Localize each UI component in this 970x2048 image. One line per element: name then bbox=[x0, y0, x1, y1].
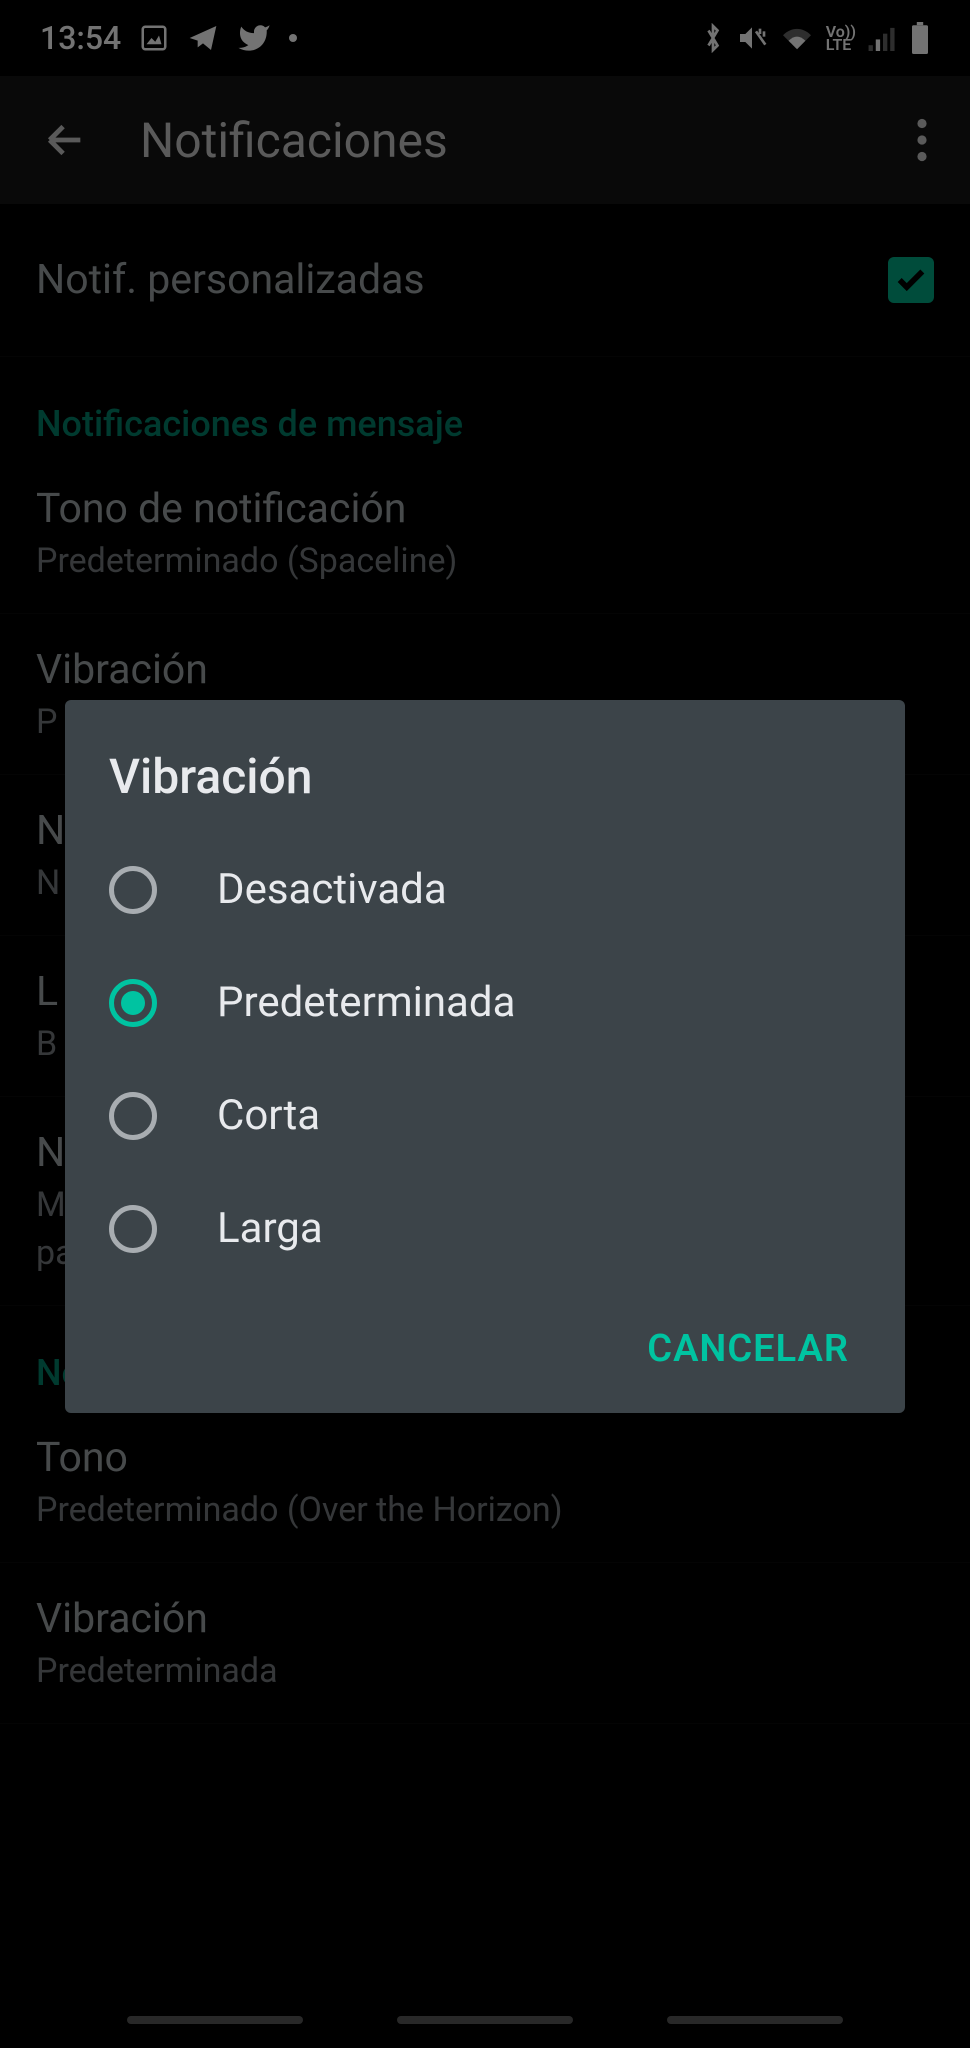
dialog-option-corta[interactable]: Corta bbox=[65, 1059, 905, 1172]
radio-icon bbox=[109, 1205, 157, 1253]
dialog-title: Vibración bbox=[65, 748, 905, 833]
option-label: Desactivada bbox=[217, 865, 447, 914]
cancel-button[interactable]: CANCELAR bbox=[631, 1315, 865, 1383]
option-label: Corta bbox=[217, 1091, 320, 1140]
radio-selected-icon bbox=[109, 979, 157, 1027]
dialog-option-predeterminada[interactable]: Predeterminada bbox=[65, 946, 905, 1059]
vibration-dialog: Vibración Desactivada Predeterminada Cor… bbox=[65, 700, 905, 1413]
option-label: Larga bbox=[217, 1204, 323, 1253]
radio-icon bbox=[109, 1092, 157, 1140]
dialog-option-desactivada[interactable]: Desactivada bbox=[65, 833, 905, 946]
dialog-option-larga[interactable]: Larga bbox=[65, 1172, 905, 1285]
radio-icon bbox=[109, 866, 157, 914]
option-label: Predeterminada bbox=[217, 978, 515, 1027]
